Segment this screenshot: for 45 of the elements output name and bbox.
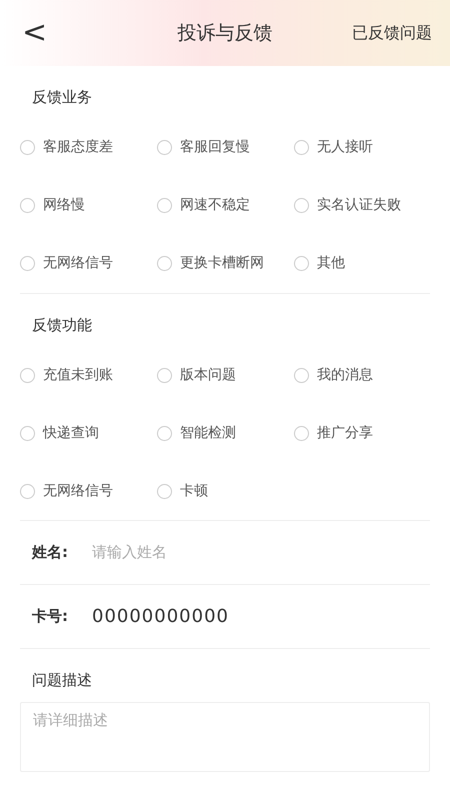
input-field[interactable]: 请输入姓名 [92,541,430,564]
radio-button[interactable] [157,140,172,155]
radio-button[interactable] [20,484,35,498]
radio-button[interactable] [157,426,172,440]
option-label[interactable]: 版本问题 [180,364,236,386]
radio-button[interactable] [294,368,309,382]
option-label[interactable]: 其他 [317,253,345,274]
radio-button[interactable] [294,198,309,213]
radio-button[interactable] [157,484,172,498]
option-label[interactable]: 无人接听 [317,137,373,158]
radio-button[interactable] [20,198,35,213]
radio-button[interactable] [294,256,309,271]
input-field[interactable]: 00000000000 [92,603,430,630]
option-label[interactable]: 无网络信号 [43,480,113,502]
back-button[interactable]: < [18,18,52,48]
option-label[interactable]: 智能检测 [180,422,236,444]
radio-button[interactable] [294,426,309,440]
option-label[interactable]: 快递查询 [43,422,99,444]
radio-button[interactable] [157,256,172,271]
option-label[interactable]: 更换卡槽断网 [180,253,264,274]
radio-button[interactable] [20,256,35,271]
option-label[interactable]: 网络慢 [43,195,85,216]
section-title: 反馈业务 [31,87,93,108]
option-label[interactable]: 我的消息 [317,364,373,386]
description-field[interactable]: 请详细描述 [20,702,430,772]
radio-button[interactable] [157,368,172,382]
option-label[interactable]: 客服回复慢 [180,137,250,158]
option-label[interactable]: 无网络信号 [43,253,113,274]
option-label[interactable]: 充值未到账 [43,364,113,386]
radio-button[interactable] [20,368,35,382]
option-label[interactable]: 实名认证失败 [317,195,401,216]
option-label[interactable]: 网速不稳定 [180,195,250,216]
feedback-history-link[interactable]: 已反馈问题 [352,21,432,45]
description-label: 问题描述 [31,670,93,691]
page-title: 投诉与反馈 [178,20,272,46]
section-title: 反馈功能 [31,314,93,336]
option-label[interactable]: 卡顿 [180,480,208,502]
radio-button[interactable] [294,140,309,155]
option-label[interactable]: 推广分享 [317,422,373,444]
field-label: 姓名: [32,542,69,564]
radio-button[interactable] [20,140,35,155]
field-label: 卡号: [32,606,69,628]
radio-button[interactable] [157,198,172,213]
radio-button[interactable] [20,426,35,440]
option-label[interactable]: 客服态度差 [43,137,113,158]
